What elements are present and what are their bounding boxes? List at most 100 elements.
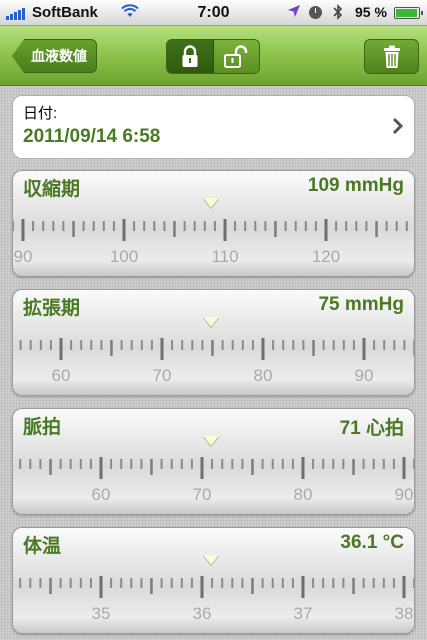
ruler-tick xyxy=(392,459,395,469)
ruler-tick-label: 70 xyxy=(193,485,212,504)
pointer-triangle-icon xyxy=(203,317,219,327)
ruler-tick xyxy=(130,340,133,350)
ruler-tick xyxy=(160,578,163,588)
ruler-tick xyxy=(150,340,153,350)
ruler-tick xyxy=(90,340,93,350)
ruler-tick xyxy=(69,459,72,469)
ruler-tick xyxy=(49,340,52,350)
ruler-tick xyxy=(82,221,85,231)
ruler-tick xyxy=(110,459,113,469)
ruler-tick xyxy=(301,457,305,479)
ruler-tick xyxy=(355,221,358,231)
lock-closed-button[interactable] xyxy=(167,40,214,73)
ruler-tick xyxy=(332,340,335,350)
back-button[interactable]: 血液数値 xyxy=(12,39,97,73)
ruler-tick xyxy=(291,578,294,588)
trash-icon xyxy=(383,45,400,68)
ruler-tick xyxy=(304,221,307,231)
ruler-tick xyxy=(211,459,214,469)
ruler-tick xyxy=(200,457,204,479)
ruler-tick xyxy=(39,459,42,469)
ruler-tick xyxy=(332,578,335,588)
ruler-tick xyxy=(180,578,183,588)
ruler-tick xyxy=(372,459,375,469)
status-bar: SoftBank 7:00 95 % xyxy=(0,0,427,26)
ruler-tick xyxy=(69,578,72,588)
ruler-tick xyxy=(342,459,345,469)
temperature-ruler-scale[interactable]: 35 36 37 38 xyxy=(13,572,415,632)
ruler-tick xyxy=(120,340,123,350)
ruler-tick xyxy=(282,340,285,350)
date-row[interactable]: 日付: 2011/09/14 6:58 xyxy=(12,95,415,159)
ruler-tick xyxy=(241,578,244,588)
systolic-value: 109 mmHg xyxy=(307,175,404,196)
bluetooth-icon xyxy=(333,4,343,23)
ruler-tick xyxy=(19,459,22,469)
delete-button[interactable] xyxy=(364,39,419,74)
diastolic-picker[interactable]: 拡張期 75 mmHg 60 70 80 90 xyxy=(12,289,415,396)
ruler-tick xyxy=(342,340,345,350)
ruler-tick xyxy=(211,578,214,588)
systolic-ruler-scale[interactable]: 90 100 110 120 xyxy=(13,215,415,275)
ruler-tick xyxy=(39,340,42,350)
ruler-tick xyxy=(221,459,224,469)
ruler-tick xyxy=(32,221,35,231)
ruler-tick xyxy=(70,340,73,350)
ruler-tick xyxy=(29,459,32,469)
battery-icon xyxy=(394,7,423,19)
lock-open-button[interactable] xyxy=(213,40,259,73)
ruler-tick xyxy=(413,578,414,588)
diastolic-label: 拡張期 xyxy=(23,297,81,319)
ruler-tick xyxy=(254,221,257,231)
temperature-label: 体温 xyxy=(23,535,62,557)
ruler-tick-label: 37 xyxy=(294,604,313,623)
ruler-tick xyxy=(140,340,143,350)
lock-closed-icon xyxy=(182,44,198,67)
ruler-tick xyxy=(19,578,22,588)
ruler-tick xyxy=(221,340,224,350)
lock-open-icon xyxy=(224,44,248,68)
ruler-tick xyxy=(271,459,274,469)
ruler-tick xyxy=(301,576,305,598)
ruler-tick xyxy=(244,221,247,231)
ruler-tick xyxy=(200,576,204,598)
date-value: 2011/09/14 6:58 xyxy=(23,126,161,147)
ruler-tick xyxy=(382,578,385,588)
ruler-tick xyxy=(362,338,366,360)
ruler-tick xyxy=(292,340,295,350)
ruler-tick xyxy=(62,221,65,231)
date-label: 日付: xyxy=(23,105,58,122)
ruler-tick xyxy=(352,340,355,350)
systolic-label: 収縮期 xyxy=(23,178,81,200)
ruler-tick xyxy=(402,457,406,479)
temperature-picker[interactable]: 体温 36.1 °C 35 36 37 38 xyxy=(12,527,415,634)
ruler-tick xyxy=(251,459,254,475)
pulse-picker[interactable]: 脈拍 71 心拍 60 70 80 90 xyxy=(12,408,415,515)
ruler-tick-label: 36 xyxy=(193,604,212,623)
ruler-tick xyxy=(171,340,174,350)
ruler-tick-label: 70 xyxy=(153,366,172,385)
ruler-tick xyxy=(261,578,264,588)
ruler-tick xyxy=(160,338,164,360)
ruler-tick xyxy=(211,340,214,356)
ruler-tick xyxy=(100,340,103,350)
ruler-tick-label: 80 xyxy=(254,366,273,385)
ruler-tick xyxy=(59,459,62,469)
diastolic-ruler-scale[interactable]: 60 70 80 90 xyxy=(13,334,415,394)
ruler-tick xyxy=(403,340,406,350)
ruler-tick xyxy=(79,459,82,469)
ruler-tick-label: 90 xyxy=(395,485,414,504)
alarm-clock-icon xyxy=(309,6,322,19)
ruler-tick-label: 60 xyxy=(92,485,111,504)
ruler-tick xyxy=(393,340,396,350)
systolic-picker[interactable]: 収縮期 109 mmHg 90 100 110 120 xyxy=(12,170,415,277)
ruler-tick-label: 110 xyxy=(211,247,238,266)
ruler-tick xyxy=(99,576,103,598)
pulse-ruler-scale[interactable]: 60 70 80 90 xyxy=(13,453,415,513)
ruler-tick xyxy=(274,221,277,237)
ruler-tick xyxy=(89,459,92,469)
ruler-tick xyxy=(72,221,75,237)
ruler-tick xyxy=(281,578,284,588)
ruler-tick xyxy=(312,340,315,356)
ruler-tick xyxy=(102,221,105,231)
